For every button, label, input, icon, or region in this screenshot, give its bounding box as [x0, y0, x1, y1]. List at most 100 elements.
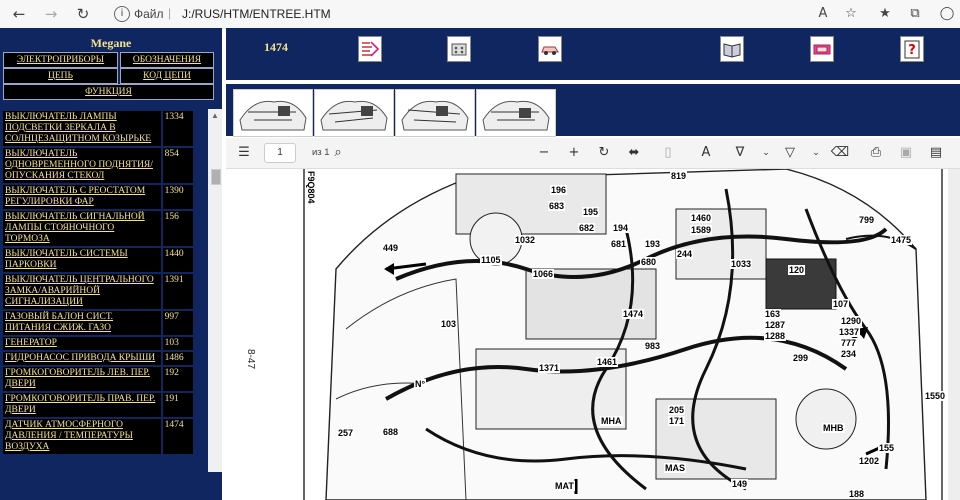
callout-label: 683: [548, 201, 566, 211]
component-name-link[interactable]: ГРОМКОГОВОРИТЕЛЬ ПРАВ. ПЕР. ДВЕРИ: [3, 393, 161, 417]
highlight-options-chevron-icon[interactable]: ⌄: [806, 144, 826, 162]
list-item[interactable]: ГЕНЕРАТОР 103: [3, 337, 193, 350]
list-item[interactable]: ВЫКЛЮЧАТЕЛЬ ЛАМПЫ ПОДСВЕТКИ ЗЕРКАЛА В СО…: [3, 111, 193, 146]
forward-icon[interactable]: →: [40, 4, 62, 24]
designations-button[interactable]: ОБОЗНАЧЕНИЯ: [120, 52, 214, 68]
book-icon[interactable]: [720, 36, 744, 62]
list-item[interactable]: ВЫКЛЮЧАТЕЛЬ ЦЕНТРАЛЬНОГО ЗАМКА/АВАРИЙНОЙ…: [3, 274, 193, 309]
component-name-link[interactable]: ВЫКЛЮЧАТЕЛЬ СИГНАЛЬНОЙ ЛАМПЫ СТОЯНОЧНОГО…: [3, 211, 161, 246]
scroll-up-icon[interactable]: ▲: [208, 109, 222, 123]
electrical-devices-button[interactable]: ЭЛЕКТРОПРИБОРЫ: [3, 52, 118, 68]
circuit-button[interactable]: ЦЕПЬ: [3, 68, 118, 84]
favorites-list-icon[interactable]: ★: [874, 4, 896, 24]
page-number-input[interactable]: 1: [264, 143, 296, 163]
callout-label: 155: [878, 443, 896, 453]
eraser-icon[interactable]: ⌫: [830, 144, 850, 162]
url-text[interactable]: J:/RUS/HTM/ENTREE.HTM: [182, 7, 331, 21]
function-button[interactable]: ФУНКЦИЯ: [3, 84, 214, 100]
callout-label: 1288: [764, 331, 787, 341]
scrollbar-thumb[interactable]: [211, 169, 221, 185]
component-name-link[interactable]: ВЫКЛЮЧАТЕЛЬ ЛАМПЫ ПОДСВЕТКИ ЗЕРКАЛА В СО…: [3, 111, 161, 146]
print-icon[interactable]: ⎙: [866, 144, 886, 162]
component-name-link[interactable]: ГАЗОВЫЙ БАЛОН СИСТ. ПИТАНИЯ СЖИЖ. ГАЗО: [3, 311, 161, 335]
list-item[interactable]: ВЫКЛЮЧАТЕЛЬ ОДНОВРЕМЕННОГО ПОДНЯТИЯ/ ОПУ…: [3, 148, 193, 183]
component-name-link[interactable]: ВЫКЛЮЧАТЕЛЬ ОДНОВРЕМЕННОГО ПОДНЯТИЯ/ ОПУ…: [3, 148, 161, 183]
draw-icon[interactable]: ∇: [730, 144, 750, 162]
rotate-icon[interactable]: ↻: [594, 144, 614, 162]
zoom-out-icon[interactable]: −: [534, 144, 554, 162]
list-item[interactable]: ВЫКЛЮЧАТЕЛЬ СИСТЕМЫ ПАРКОВКИ 1440: [3, 248, 193, 272]
search-icon[interactable]: ⌕: [328, 144, 348, 162]
component-name-link[interactable]: ВЫКЛЮЧАТЕЛЬ СИСТЕМЫ ПАРКОВКИ: [3, 248, 161, 272]
component-name-link[interactable]: ГРОМКОГОВОРИТЕЛЬ ЛЕВ. ПЕР. ДВЕРИ: [3, 367, 161, 391]
profile-icon[interactable]: ◯: [936, 4, 958, 24]
save-icon[interactable]: ▣: [896, 144, 916, 162]
callout-label: 257: [337, 428, 355, 438]
callout-label: 680: [640, 257, 658, 267]
page-view-icon[interactable]: ▯: [658, 144, 678, 162]
diagram-thumbnail-1[interactable]: [233, 89, 313, 137]
list-item[interactable]: ДАТЧИК АТМОСФЕРНОГО ДАВЛЕНИЯ / ТЕМПЕРАТУ…: [3, 419, 193, 454]
callout-label: 193: [644, 239, 662, 249]
component-name-link[interactable]: ДАТЧИК АТМОСФЕРНОГО ДАВЛЕНИЯ / ТЕМПЕРАТУ…: [3, 419, 161, 454]
connector-icon[interactable]: [447, 36, 471, 62]
diagram-thumbnail-2[interactable]: [314, 89, 394, 137]
callout-label: 682: [578, 223, 596, 233]
callout-label: 244: [676, 249, 694, 259]
wiring-icon[interactable]: [358, 36, 382, 62]
list-item[interactable]: ГИДРОНАСОС ПРИВОДА КРЫШИ 1486: [3, 352, 193, 365]
back-icon[interactable]: ←: [8, 4, 30, 24]
highlight-icon[interactable]: ▽: [780, 144, 800, 162]
car-icon[interactable]: [538, 36, 562, 62]
component-code: 997: [162, 311, 193, 335]
component-name-link[interactable]: ВЫКЛЮЧАТЕЛЬ ЦЕНТРАЛЬНОГО ЗАМКА/АВАРИЙНОЙ…: [3, 274, 161, 309]
pdf-toolbar: ☰ 1 из 1 ⌕ − + ↻ ⬌ ▯ A ∇ ⌄ ▽ ⌄ ⌫ ⎙ ▣ ▤: [226, 138, 960, 169]
info-icon[interactable]: i: [114, 6, 130, 22]
component-code: 103: [162, 337, 193, 350]
fuse-icon[interactable]: [810, 36, 834, 62]
list-scrollbar[interactable]: ▲: [208, 109, 222, 472]
address-bar[interactable]: i Файл | J:/RUS/HTM/ENTREE.HTM: [108, 3, 808, 25]
list-item[interactable]: ВЫКЛЮЧАТЕЛЬ С РЕОСТАТОМ РЕГУЛИРОВКИ ФАР 1…: [3, 185, 193, 209]
callout-label: 1589: [690, 225, 713, 235]
favorite-icon[interactable]: ☆: [840, 4, 862, 24]
component-name-link[interactable]: ГЕНЕРАТОР: [3, 337, 161, 350]
read-aloud-icon[interactable]: A: [812, 4, 834, 24]
reload-icon[interactable]: ↻: [72, 4, 94, 24]
collections-icon[interactable]: ⧉: [904, 4, 926, 24]
callout-label: 777: [840, 338, 858, 348]
callout-label: 234: [840, 349, 858, 359]
callout-label: MAS: [664, 463, 686, 473]
diagram-thumbnail-4[interactable]: [476, 89, 556, 137]
list-item[interactable]: ГРОМКОГОВОРИТЕЛЬ ЛЕВ. ПЕР. ДВЕРИ 192: [3, 367, 193, 391]
draw-options-chevron-icon[interactable]: ⌄: [756, 144, 776, 162]
save-as-icon[interactable]: ▤: [926, 144, 946, 162]
callout-label: 195: [582, 207, 600, 217]
component-code: 1474: [162, 419, 193, 454]
callout-label: 194: [612, 223, 630, 233]
help-icon[interactable]: ?: [900, 36, 924, 62]
zoom-in-icon[interactable]: +: [564, 144, 584, 162]
list-item[interactable]: ВЫКЛЮЧАТЕЛЬ СИГНАЛЬНОЙ ЛАМПЫ СТОЯНОЧНОГО…: [3, 211, 193, 246]
read-aloud-pdf-icon[interactable]: A: [696, 144, 716, 162]
callout-label: 449: [382, 243, 400, 253]
list-item[interactable]: ГАЗОВЫЙ БАЛОН СИСТ. ПИТАНИЯ СЖИЖ. ГАЗО 99…: [3, 311, 193, 335]
list-item[interactable]: ГРОМКОГОВОРИТЕЛЬ ПРАВ. ПЕР. ДВЕРИ 191: [3, 393, 193, 417]
diagram-thumbnail-3[interactable]: [395, 89, 475, 137]
component-code: 1334: [162, 111, 193, 146]
callout-label: 1475: [890, 235, 913, 245]
component-code: 1390: [162, 185, 193, 209]
component-name-link[interactable]: ГИДРОНАСОС ПРИВОДА КРЫШИ: [3, 352, 161, 365]
callout-label: 103: [440, 319, 458, 329]
pdf-canvas[interactable]: 8-47 F9Q804 819 196 683 195 1032 682 194…: [226, 169, 960, 500]
svg-text:?: ?: [908, 43, 916, 58]
circuit-code-button[interactable]: КОД ЦЕПИ: [120, 68, 214, 84]
top-frame: 1474 ?: [226, 28, 960, 80]
url-scheme: Файл: [134, 7, 164, 21]
fit-page-icon[interactable]: ⬌: [624, 144, 644, 162]
callout-label: 983: [644, 341, 662, 351]
pdf-scrollbar[interactable]: [948, 169, 960, 500]
callout-label: 1460: [690, 213, 713, 223]
contents-icon[interactable]: ☰: [234, 144, 254, 162]
component-name-link[interactable]: ВЫКЛЮЧАТЕЛЬ С РЕОСТАТОМ РЕГУЛИРОВКИ ФАР: [3, 185, 161, 209]
